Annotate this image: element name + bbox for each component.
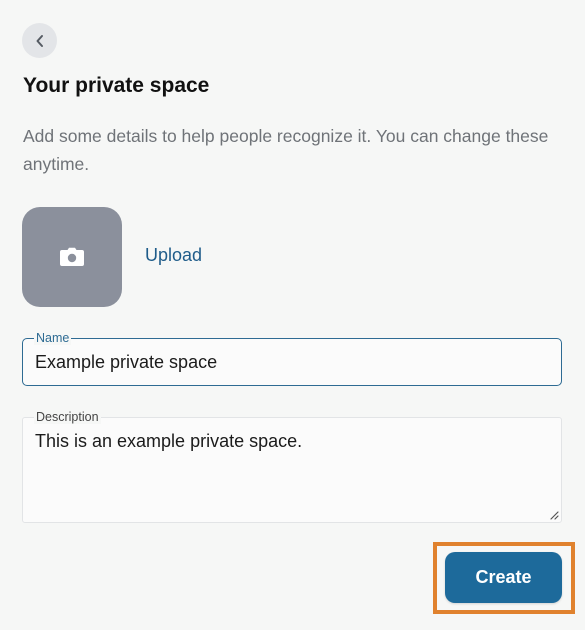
resize-handle-icon[interactable] xyxy=(549,510,559,520)
upload-link[interactable]: Upload xyxy=(145,245,202,266)
description-field[interactable]: Description This is an example private s… xyxy=(22,410,562,523)
camera-icon xyxy=(60,247,84,266)
chevron-left-icon xyxy=(36,34,43,47)
name-field[interactable]: Name Example private space xyxy=(22,331,562,386)
back-button[interactable] xyxy=(22,23,57,58)
name-field-value[interactable]: Example private space xyxy=(35,352,217,373)
page-subtitle: Add some details to help people recogniz… xyxy=(23,126,549,174)
name-field-label: Name xyxy=(34,331,72,345)
create-private-space-page: Your private space Add some details to h… xyxy=(0,0,585,630)
description-field-label: Description xyxy=(34,410,101,424)
space-avatar-upload[interactable] xyxy=(22,207,122,307)
page-title: Your private space xyxy=(23,74,210,97)
create-button[interactable]: Create xyxy=(445,552,562,603)
description-field-value[interactable]: This is an example private space. xyxy=(35,431,302,452)
